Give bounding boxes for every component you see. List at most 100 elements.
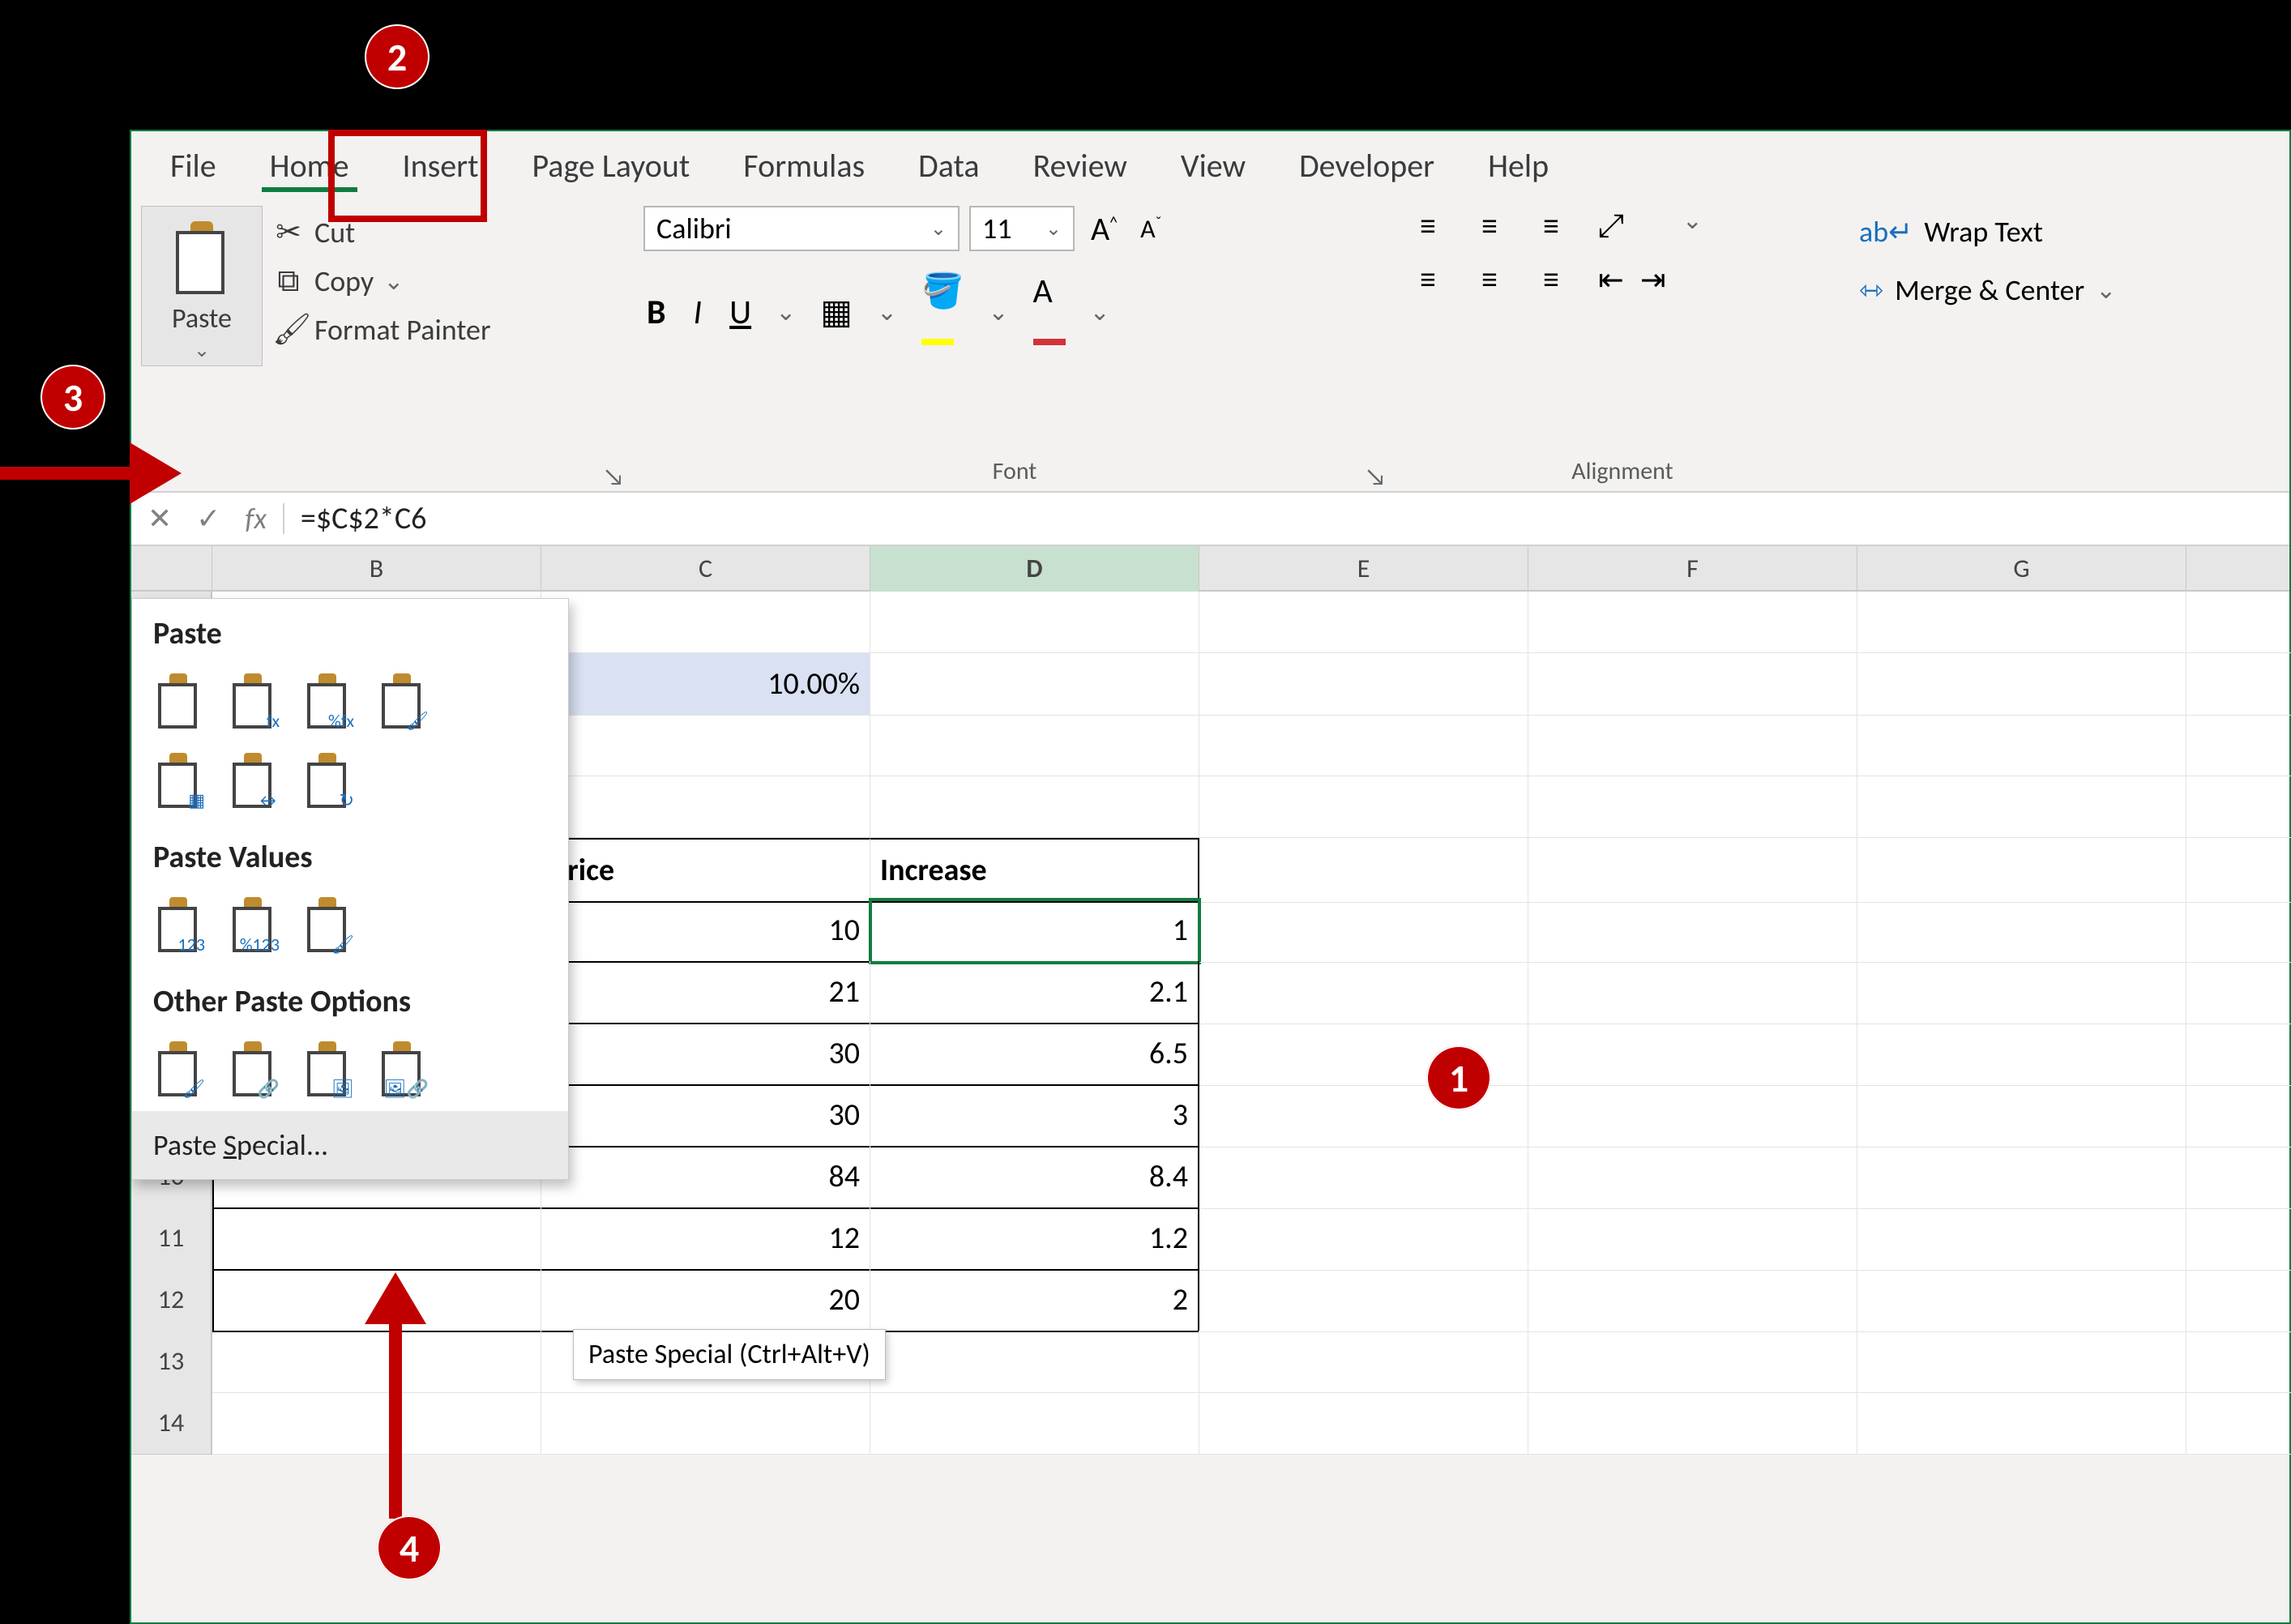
cell-header-price[interactable]: Price bbox=[541, 838, 870, 903]
wrap-text-button[interactable]: ab↵ Wrap Text bbox=[1859, 214, 2116, 250]
tab-page-layout[interactable]: Page Layout bbox=[510, 138, 713, 194]
paste-icon bbox=[168, 215, 236, 296]
tab-data[interactable]: Data bbox=[895, 138, 1002, 194]
underline-button[interactable]: U bbox=[726, 292, 754, 333]
col-header[interactable]: E bbox=[1199, 546, 1528, 595]
cell-increase[interactable]: 2 bbox=[870, 1269, 1199, 1332]
cell-header-increase[interactable]: Increase bbox=[870, 838, 1199, 903]
paste-option-link[interactable]: 🔗 bbox=[228, 1038, 278, 1098]
chevron-down-icon[interactable]: ⌄ bbox=[2096, 276, 2116, 306]
paste-option-picture[interactable]: 🖼 bbox=[302, 1038, 353, 1098]
paste-option-formulas-numfmt[interactable]: %fx bbox=[302, 670, 353, 730]
font-size-combo[interactable]: 11 ⌄ bbox=[969, 206, 1075, 251]
cell-increase[interactable]: 1.2 bbox=[870, 1207, 1199, 1271]
chevron-down-icon[interactable]: ⌄ bbox=[1090, 297, 1110, 327]
tab-review[interactable]: Review bbox=[1011, 138, 1150, 194]
col-header[interactable]: B bbox=[212, 546, 541, 595]
align-center-button[interactable]: ≡ bbox=[1467, 259, 1512, 305]
cell-increase[interactable]: 8.4 bbox=[870, 1146, 1199, 1209]
select-all-corner[interactable] bbox=[131, 546, 212, 595]
insert-function-button[interactable]: fx bbox=[245, 501, 267, 536]
cell-price[interactable]: 12 bbox=[541, 1207, 870, 1271]
paste-option-values-sourcefmt[interactable]: 🖌 bbox=[302, 894, 353, 954]
chevron-down-icon[interactable]: ⌄ bbox=[930, 217, 947, 241]
paste-section-title: Paste bbox=[132, 599, 568, 664]
tab-help[interactable]: Help bbox=[1465, 138, 1571, 194]
paste-option-transpose[interactable]: ↻ bbox=[302, 750, 353, 810]
increase-font-size-button[interactable]: A^ bbox=[1084, 209, 1124, 249]
column-headers: B C D E F G H bbox=[131, 546, 2289, 592]
cell-increase[interactable]: 2.1 bbox=[870, 961, 1199, 1024]
cell[interactable]: 10.00% bbox=[541, 653, 870, 716]
col-header[interactable]: G bbox=[1857, 546, 2186, 595]
clipboard-dialog-launcher-icon[interactable]: ↘ bbox=[603, 462, 627, 486]
bold-button[interactable]: B bbox=[643, 292, 669, 333]
col-header-selected[interactable]: D bbox=[870, 546, 1199, 595]
paste-option-no-borders[interactable]: ▦ bbox=[153, 750, 203, 810]
cell-price[interactable]: 21 bbox=[541, 961, 870, 1024]
paste-option-values[interactable]: 123 bbox=[153, 894, 203, 954]
paste-option-formulas[interactable]: fx bbox=[228, 670, 278, 730]
paste-option-all[interactable] bbox=[153, 670, 203, 730]
paste-special-menu-item[interactable]: Paste Special... bbox=[132, 1111, 568, 1179]
decrease-indent-button[interactable]: ⇤ bbox=[1598, 262, 1624, 299]
cell-increase[interactable]: 3 bbox=[870, 1084, 1199, 1147]
paste-option-values-numfmt[interactable]: %123 bbox=[228, 894, 278, 954]
chevron-down-icon[interactable]: ⌄ bbox=[383, 267, 404, 297]
cell-price[interactable]: 84 bbox=[541, 1146, 870, 1209]
row-header[interactable]: 14 bbox=[131, 1392, 212, 1455]
tab-file[interactable]: File bbox=[147, 138, 239, 194]
paste-option-linked-picture[interactable]: 🖼🔗 bbox=[377, 1038, 427, 1098]
paste-option-keep-source-fmt[interactable]: 🖌 bbox=[377, 670, 427, 730]
chevron-down-icon[interactable]: ⌄ bbox=[988, 297, 1008, 327]
paste-special-label-post: pecial... bbox=[237, 1127, 328, 1163]
fill-color-button[interactable]: 🪣 bbox=[918, 271, 967, 353]
cell-price[interactable]: 10 bbox=[541, 900, 870, 963]
copy-label: Copy bbox=[314, 263, 374, 299]
cell-price[interactable]: 20 bbox=[541, 1269, 870, 1332]
row-header[interactable]: 12 bbox=[131, 1269, 212, 1332]
borders-button[interactable]: ▦ bbox=[817, 292, 856, 333]
formula-input[interactable]: =$C$2*C6 bbox=[284, 500, 426, 537]
tab-view[interactable]: View bbox=[1158, 138, 1268, 194]
font-color-button[interactable]: A bbox=[1030, 271, 1069, 353]
chevron-down-icon[interactable]: ⌄ bbox=[877, 297, 897, 327]
increase-indent-button[interactable]: ⇥ bbox=[1640, 262, 1666, 299]
copy-button[interactable]: ⧉ Copy ⌄ bbox=[272, 263, 491, 300]
orientation-button[interactable]: ⤢ bbox=[1598, 206, 1666, 246]
align-top-button[interactable]: ≡ bbox=[1405, 206, 1451, 251]
cell-price[interactable]: 30 bbox=[541, 1023, 870, 1086]
cell-increase-active[interactable]: 1 bbox=[870, 900, 1199, 963]
tab-formulas[interactable]: Formulas bbox=[720, 138, 887, 194]
cell-price[interactable]: 30 bbox=[541, 1084, 870, 1147]
formula-bar: ✕ ✓ fx =$C$2*C6 bbox=[131, 493, 2289, 546]
format-painter-button[interactable]: 🖌 Format Painter bbox=[272, 311, 491, 348]
merge-center-button[interactable]: ⇿ Merge & Center ⌄ bbox=[1859, 272, 2116, 308]
font-dialog-launcher-icon[interactable]: ↘ bbox=[1365, 462, 1389, 486]
col-header[interactable]: F bbox=[1528, 546, 1857, 595]
align-bottom-button[interactable]: ≡ bbox=[1528, 206, 1574, 251]
col-header[interactable]: H bbox=[2186, 546, 2291, 595]
annotation-marker-3: 3 bbox=[41, 365, 105, 430]
ribbon: Paste ⌄ ✂ Cut ⧉ Copy ⌄ 🖌 Format bbox=[131, 199, 2289, 493]
align-middle-button[interactable]: ≡ bbox=[1467, 206, 1512, 251]
align-left-button[interactable]: ≡ bbox=[1405, 259, 1451, 305]
col-header[interactable]: C bbox=[541, 546, 870, 595]
paste-option-formatting[interactable]: 🖌 bbox=[153, 1038, 203, 1098]
italic-button[interactable]: I bbox=[690, 292, 706, 333]
decrease-font-size-button[interactable]: Aˇ bbox=[1134, 213, 1168, 245]
paste-option-keep-col-widths[interactable]: ↔ bbox=[228, 750, 278, 810]
chevron-down-icon[interactable]: ⌄ bbox=[1045, 217, 1062, 241]
paste-dropdown-icon[interactable]: ⌄ bbox=[194, 339, 210, 362]
align-right-button[interactable]: ≡ bbox=[1528, 259, 1574, 305]
tab-developer[interactable]: Developer bbox=[1276, 138, 1457, 194]
chevron-down-icon[interactable]: ⌄ bbox=[1682, 206, 1703, 305]
row-header[interactable]: 11 bbox=[131, 1207, 212, 1271]
annotation-marker-2: 2 bbox=[365, 24, 430, 89]
cell-increase[interactable]: 6.5 bbox=[870, 1023, 1199, 1086]
paste-button[interactable]: Paste ⌄ bbox=[141, 206, 263, 366]
font-name-combo[interactable]: Calibri ⌄ bbox=[643, 206, 960, 251]
row-header[interactable]: 13 bbox=[131, 1331, 212, 1393]
paste-values-section-title: Paste Values bbox=[132, 823, 568, 887]
chevron-down-icon[interactable]: ⌄ bbox=[776, 297, 796, 327]
